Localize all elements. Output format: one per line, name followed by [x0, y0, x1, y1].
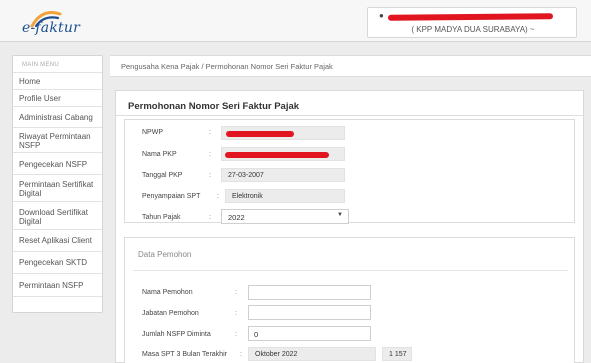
redacted-username [387, 13, 554, 21]
user-icon: ● [379, 11, 384, 20]
masa-spt-label: Masa SPT 3 Bulan Terakhir [142, 351, 227, 358]
jumlah-nsfp-input[interactable]: 0 [248, 326, 371, 341]
main-menu-title: MAIN MENU [22, 62, 60, 68]
tahun-pajak-select[interactable]: 2022 ▼ [221, 209, 349, 224]
sidebar-item-label: Home [19, 77, 41, 86]
colon: : [209, 172, 211, 179]
sidebar-item-permintaan-sertifikat-digital[interactable]: Permintaan Sertifikat Digital [13, 174, 102, 201]
breadcrumb: Pengusaha Kena Pajak / Permohonan Nomor … [110, 55, 591, 77]
sidebar-item-riwayat-permintaan-nsfp[interactable]: Riwayat Permintaan NSFP [13, 127, 102, 152]
sidebar-item-download-sertifikat-digital[interactable]: Download Sertifikat Digital [13, 201, 102, 229]
penyampaian-spt-label: Penyampaian SPT [142, 193, 201, 200]
penyampaian-spt-value: Elektronik [225, 189, 345, 203]
npwp-label: NPWP [142, 129, 163, 136]
nama-pemohon-input[interactable] [248, 285, 371, 300]
redacted-nama-pkp [225, 152, 329, 158]
data-pemohon-box: Data Pemohon Nama Pemohon : Jabatan Pemo… [124, 237, 575, 363]
sidebar-item-label: Digital [19, 217, 42, 226]
sidebar-item-label: Riwayat Permintaan [19, 132, 91, 141]
redacted-npwp [226, 131, 294, 137]
data-pemohon-title: Data Pemohon [138, 250, 192, 259]
colon: : [217, 193, 219, 200]
title-divider [116, 115, 583, 116]
section-divider [133, 270, 568, 271]
tahun-pajak-value: 2022 [228, 213, 245, 222]
sidebar-item-permintaan-nsfp[interactable]: Permintaan NSFP [13, 273, 102, 297]
sidebar-item-label: Profile User [19, 94, 61, 103]
jabatan-pemohon-label: Jabatan Pemohon [142, 310, 199, 317]
sidebar-item-pengecekan-sktd[interactable]: Pengecekan SKTD [13, 251, 102, 273]
masa-spt-amount: 1 157 [382, 347, 412, 361]
colon: : [209, 129, 211, 136]
sidebar-item-label: Reset Aplikasi Client [19, 236, 92, 245]
colon: : [209, 214, 211, 221]
sidebar-item-label: Permintaan NSFP [19, 281, 84, 290]
sidebar-item-label: NSFP [19, 141, 41, 150]
sidebar-item-reset-aplikasi-client[interactable]: Reset Aplikasi Client [13, 229, 102, 251]
tanggal-pkp-value: 27-03-2007 [221, 168, 345, 182]
sidebar-item-label: Pengecekan NSFP [19, 160, 88, 169]
page-title: Permohonan Nomor Seri Faktur Pajak [128, 101, 300, 112]
sidebar-item-label: Administrasi Cabang [19, 113, 93, 122]
sidebar-item-label: Pengecekan SKTD [19, 258, 88, 267]
chevron-down-icon: ▼ [337, 212, 343, 218]
top-header: e-faktur ● ( KPP MADYA DUA SURABAYA) ~ [0, 0, 591, 42]
nama-pemohon-label: Nama Pemohon [142, 289, 193, 296]
taxpayer-info-box: NPWP : Nama PKP : Tanggal PKP : 27-03-20… [124, 119, 575, 224]
colon: : [235, 289, 237, 296]
tanggal-pkp-label: Tanggal PKP [142, 172, 183, 179]
sidebar-item-label: Permintaan Sertifikat [19, 180, 94, 189]
sidebar-item-label: Digital [19, 189, 42, 198]
nama-pkp-label: Nama PKP [142, 151, 177, 158]
colon: : [235, 331, 237, 338]
sidebar-item-label: Download Sertifikat [19, 208, 88, 217]
colon: : [240, 351, 242, 358]
masa-spt-value: Oktober 2022 [248, 347, 376, 361]
user-dropdown[interactable]: ● ( KPP MADYA DUA SURABAYA) ~ [367, 7, 577, 38]
nama-pkp-field [221, 147, 345, 161]
main-menu-sidebar: MAIN MENU Home Profile User Administrasi… [12, 55, 103, 313]
npwp-field [221, 126, 345, 140]
sidebar-item-administrasi-cabang[interactable]: Administrasi Cabang [13, 106, 102, 127]
logo-text: e-faktur [22, 20, 80, 36]
jumlah-nsfp-label: Jumlah NSFP Diminta [142, 331, 211, 338]
sidebar-item-pengecekan-nsfp[interactable]: Pengecekan NSFP [13, 152, 102, 174]
sidebar-item-profile-user[interactable]: Profile User [13, 89, 102, 106]
user-office-label: ( KPP MADYA DUA SURABAYA) ~ [411, 25, 535, 34]
efaktur-logo[interactable]: e-faktur [22, 4, 80, 38]
permohonan-panel: Permohonan Nomor Seri Faktur Pajak NPWP … [115, 90, 584, 363]
sidebar-item-home[interactable]: Home [13, 72, 102, 89]
tahun-pajak-label: Tahun Pajak [142, 214, 181, 221]
jabatan-pemohon-input[interactable] [248, 305, 371, 320]
colon: : [209, 151, 211, 158]
colon: : [235, 310, 237, 317]
